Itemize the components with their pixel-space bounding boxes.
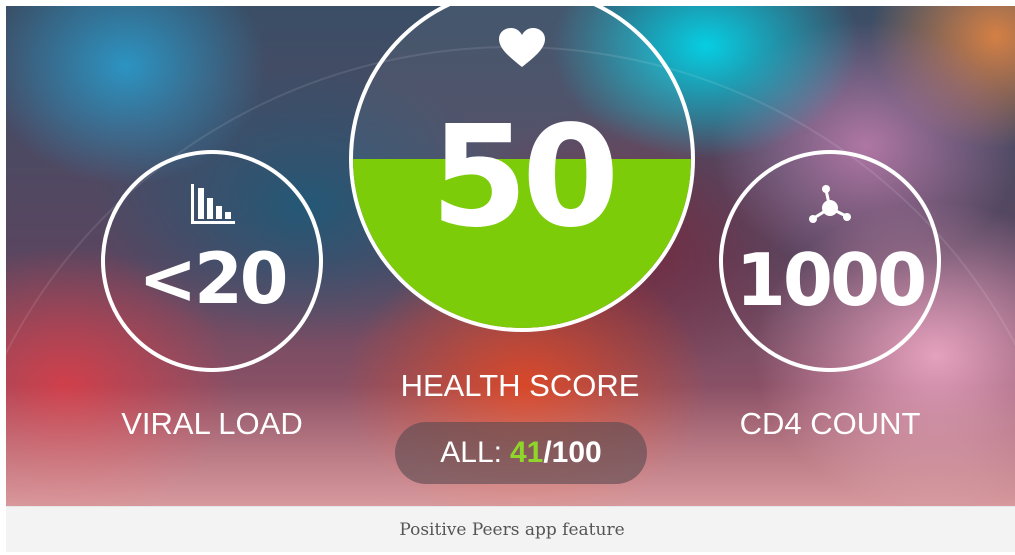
health-score-label: HEALTH SCORE bbox=[400, 368, 640, 403]
cd4-count-gauge: 1000 bbox=[719, 150, 941, 372]
health-score-gauge: 50 bbox=[349, 6, 695, 332]
cd4-count-value: 1000 bbox=[735, 238, 927, 322]
cd4-count-label: CD4 COUNT bbox=[739, 406, 921, 441]
viral-load-gauge: <20 bbox=[101, 150, 323, 372]
image-caption: Positive Peers app feature bbox=[6, 506, 1015, 552]
bar-chart-icon bbox=[189, 184, 235, 231]
overall-score-badge: ALL: 41 /100 bbox=[395, 422, 647, 484]
overall-score-total: /100 bbox=[543, 436, 602, 469]
molecule-icon bbox=[808, 184, 852, 229]
overall-score-prefix: ALL: bbox=[440, 436, 502, 469]
viral-load-label: VIRAL LOAD bbox=[121, 406, 303, 441]
viral-load-value: <20 bbox=[138, 238, 288, 320]
health-dashboard-banner: <20 VIRAL LOAD 50 HEALTH SCORE ALL: 41 /… bbox=[6, 6, 1015, 506]
health-score-value: 50 bbox=[430, 96, 620, 259]
overall-score-value: 41 bbox=[509, 436, 544, 469]
heart-icon bbox=[499, 28, 545, 73]
